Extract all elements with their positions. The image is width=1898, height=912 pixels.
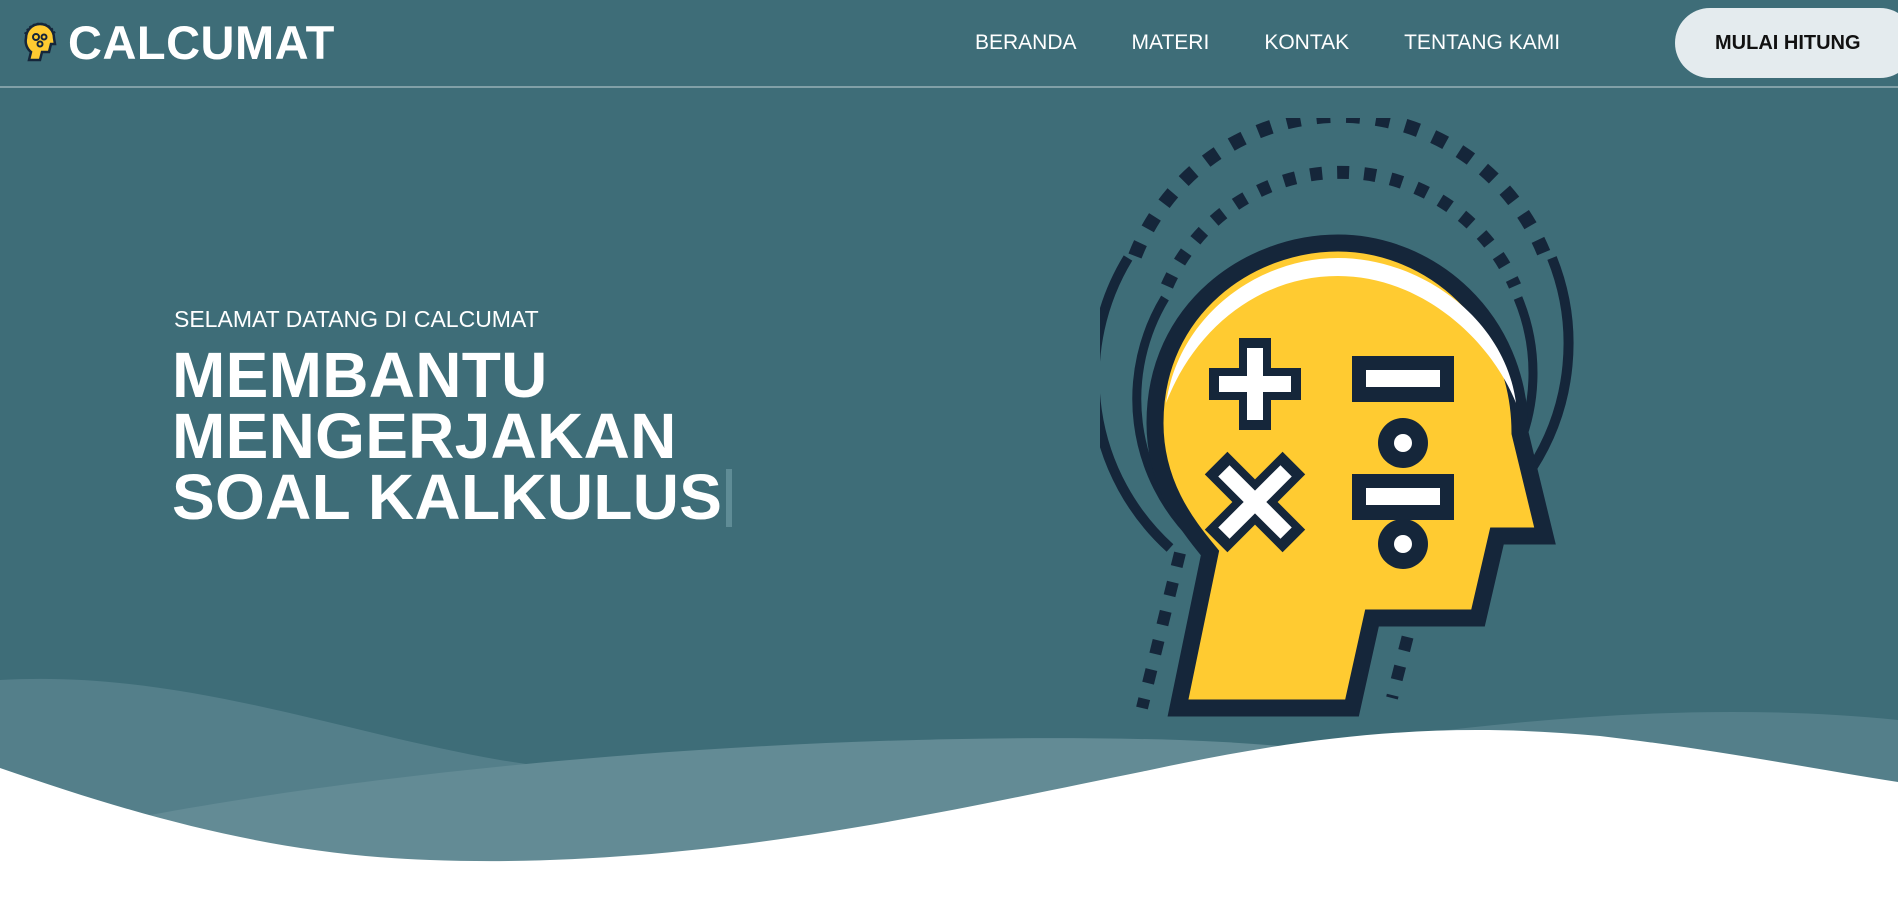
head-math-icon: [24, 22, 57, 62]
nav-menu: BERANDA MATERI KONTAK TENTANG KAMI: [975, 30, 1560, 56]
start-calculate-button[interactable]: MULAI HITUNG: [1675, 8, 1898, 78]
brand-link[interactable]: CALCUMAT: [22, 14, 335, 70]
hero-section: CALCUMAT BERANDA MATERI KONTAK TENTANG K…: [0, 0, 1898, 912]
nav-link-kontak[interactable]: KONTAK: [1264, 30, 1349, 56]
hero-subtitle: SELAMAT DATANG DI CALCUMAT: [174, 306, 539, 332]
nav-link-tentang-kami[interactable]: TENTANG KAMI: [1404, 30, 1560, 56]
hero-title: MEMBANTU MENGERJAKAN SOAL KALKULUS: [172, 343, 872, 529]
brand-name: CALCUMAT: [68, 15, 335, 69]
head-math-symbols-icon: [1100, 118, 1574, 717]
navbar: CALCUMAT BERANDA MATERI KONTAK TENTANG K…: [0, 0, 1898, 88]
typing-cursor: [726, 469, 733, 527]
nav-link-beranda[interactable]: BERANDA: [975, 30, 1077, 56]
wave-decoration: [0, 678, 1898, 912]
nav-link-materi[interactable]: MATERI: [1132, 30, 1210, 56]
hero-title-text: MEMBANTU MENGERJAKAN SOAL KALKULUS: [172, 339, 723, 533]
